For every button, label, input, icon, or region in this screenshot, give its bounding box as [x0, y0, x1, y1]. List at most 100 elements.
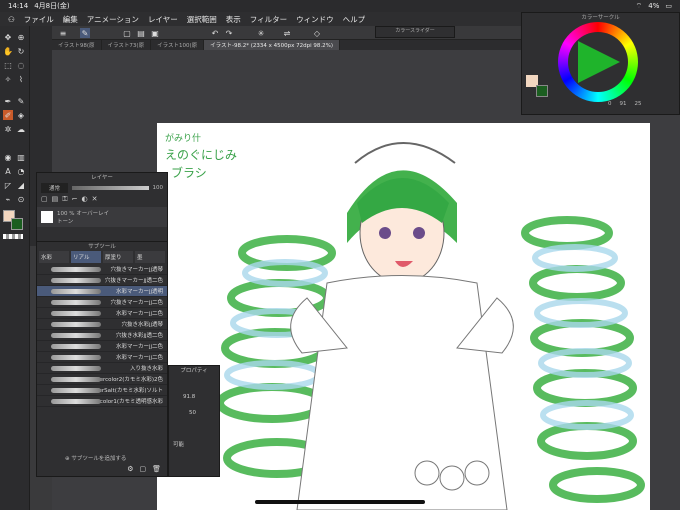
brush-item[interactable]: WaterSalt(カモミ水彩)ソルト [37, 385, 167, 396]
clip-icon[interactable]: ⌐ [72, 195, 78, 207]
brush-item[interactable]: Watercolor2(カモミ水彩)2色 [37, 374, 167, 385]
brush-label: 入り抜き水彩 [129, 366, 163, 372]
brush-item[interactable]: 水彩マーカーjj二色 [37, 308, 167, 319]
app-logo-icon[interactable]: ⚇ [8, 15, 15, 24]
transform-icon[interactable]: ◇ [312, 28, 322, 38]
pen-icon[interactable]: ✒ [3, 96, 13, 106]
canvas-note-2: えのぐにじみ [165, 148, 237, 162]
brush-item[interactable]: 水彩マーカーjj二色 [37, 352, 167, 363]
settings-icon[interactable]: ✳ [256, 28, 266, 38]
shape-icon[interactable]: ⊙ [16, 194, 26, 204]
layer-name[interactable]: 100 % オーバーレイ [57, 209, 109, 217]
undo-icon[interactable]: ↶ [210, 28, 220, 38]
status-date: 4月8日(金) [34, 2, 70, 10]
brush-item[interactable]: 水彩マーカーjj二色 [37, 341, 167, 352]
tab-doc-1[interactable]: イラスト98(原 [52, 40, 102, 50]
opacity-slider[interactable] [72, 186, 149, 190]
correct-icon[interactable]: ⌁ [3, 194, 13, 204]
menu-layer[interactable]: レイヤー [148, 14, 178, 25]
menu-file[interactable]: ファイル [24, 14, 54, 25]
brush-item[interactable]: 穴抜き水彩jj透二色 [37, 330, 167, 341]
brush-stroke-preview [51, 333, 101, 338]
saturation-triangle[interactable] [574, 39, 622, 85]
menu-selection[interactable]: 選択範囲 [187, 14, 217, 25]
mask-icon[interactable]: ◐ [81, 195, 87, 207]
gradient-icon[interactable]: ▥ [16, 152, 26, 162]
trash-icon[interactable]: 🗑 [152, 465, 161, 473]
balloon-icon[interactable]: ◔ [16, 166, 26, 176]
fill-icon[interactable]: ◉ [3, 152, 13, 162]
menu-animation[interactable]: アニメーション [87, 14, 139, 25]
subtool-tab-ink[interactable]: 墨 [135, 251, 165, 263]
eyedropper-icon[interactable]: ⌇ [16, 74, 26, 84]
sub-color-swatch[interactable] [11, 218, 23, 230]
airbrush-icon[interactable]: ✲ [3, 124, 13, 134]
text-icon[interactable]: A [3, 166, 13, 176]
color-panel-sub-swatch[interactable] [536, 85, 548, 97]
subtool-tab-watercolor[interactable]: 水彩 [39, 251, 69, 263]
menu-edit[interactable]: 編集 [63, 14, 78, 25]
document-tabs: イラスト98(原 イラスト73(原 イラスト100(原 イラスト-98.2* (… [52, 40, 522, 50]
drawing-canvas[interactable]: がみり什 えのぐにじみ ブラシ [157, 123, 650, 510]
brush-list: 穴抜きマーカーjj透琴 穴抜きマーカーjj透二色 水彩マーカーjj透明穴抜きマーカー… [37, 264, 167, 407]
brush-icon[interactable]: ✐ [3, 110, 13, 120]
menu-help[interactable]: ヘルプ [343, 14, 366, 25]
brush-item[interactable]: 穴抜きマーカーjj二色 [37, 297, 167, 308]
brush-item[interactable]: 穴抜き水彩jj透琴 [37, 319, 167, 330]
property-extra: 可能 [173, 442, 185, 448]
eraser-icon[interactable]: ◈ [16, 110, 26, 120]
menu-view[interactable]: 表示 [226, 14, 241, 25]
ruler-icon[interactable]: ◸ [3, 180, 13, 190]
menu-window[interactable]: ウィンドウ [296, 14, 334, 25]
zoom-icon[interactable]: ⊕ [16, 32, 26, 42]
figure-icon[interactable]: ◢ [16, 180, 26, 190]
blend-mode-select[interactable]: 通常 [41, 183, 69, 193]
app-window: 14:14 4月8日(金) ⌔ 4% ▭ ⚇ ファイル 編集 アニメーション レ… [0, 0, 680, 510]
tab-doc-3[interactable]: イラスト100(原 [151, 40, 205, 50]
brush-label: 穴抜きマーカーjj二色 [110, 300, 163, 306]
select-icon[interactable]: ⬚ [3, 60, 13, 70]
brush-stroke-preview [51, 322, 101, 327]
brush-item[interactable]: 入り抜き水彩 [37, 363, 167, 374]
lasso-icon[interactable]: ◌ [16, 60, 26, 70]
color-panel-title: カラーサークル [581, 15, 620, 21]
transparent-swatch[interactable] [3, 234, 23, 239]
open-icon[interactable]: ▤ [136, 28, 146, 38]
brush-stroke-preview [51, 267, 101, 272]
brush-density-value[interactable]: 50 [169, 410, 219, 416]
brush-item[interactable]: 穴抜きマーカーjj透琴 [37, 264, 167, 275]
lock-icon[interactable]: ⚿ [62, 195, 67, 207]
new-layer-icon[interactable]: ▢ [41, 195, 48, 207]
opacity-value[interactable]: 100 [153, 185, 164, 191]
hand-icon[interactable]: ✋ [3, 46, 13, 56]
new-icon[interactable]: ▢ [122, 28, 132, 38]
edit-icon[interactable]: ✎ [80, 28, 90, 38]
brush-stroke-preview [51, 300, 101, 305]
wifi-icon: ⌔ [635, 1, 643, 10]
menu-filter[interactable]: フィルター [250, 14, 287, 25]
move-icon[interactable]: ✥ [3, 32, 13, 42]
rotate-icon[interactable]: ↻ [16, 46, 26, 56]
menu-hamburger-icon[interactable]: ≡ [58, 28, 68, 38]
flip-icon[interactable]: ⇌ [282, 28, 292, 38]
brush-item[interactable]: 水彩マーカーjj透明 [37, 286, 167, 297]
wand-icon[interactable]: ✧ [3, 74, 13, 84]
tab-doc-2[interactable]: イラスト73(原 [102, 40, 152, 50]
folder-icon[interactable]: ▤ [52, 195, 59, 207]
subtool-tab-thick[interactable]: 厚塗り [103, 251, 133, 263]
brush-item[interactable]: Watercolor1(カモミ透明感水彩 [37, 396, 167, 407]
pencil-icon[interactable]: ✎ [16, 96, 26, 106]
add-subtool-button[interactable]: ⊕ サブツールを追加する [65, 454, 126, 462]
delete-layer-icon[interactable]: ✕ [92, 195, 98, 207]
color-slider-panel[interactable]: カラースライダー [375, 26, 455, 38]
brush-size-value[interactable]: 91.8 [169, 394, 219, 400]
home-indicator [255, 500, 425, 504]
save-icon[interactable]: ▣ [150, 28, 160, 38]
copy-subtool-icon[interactable]: ▢ [139, 465, 146, 473]
brush-item[interactable]: 穴抜きマーカーjj透二色 [37, 275, 167, 286]
subtool-tab-real[interactable]: リアル [71, 251, 101, 263]
blend-icon[interactable]: ☁ [16, 124, 26, 134]
tab-doc-active[interactable]: イラスト-98.2* (2334 x 4500px 72dpi 98.2%) [204, 40, 341, 50]
redo-icon[interactable]: ↷ [224, 28, 234, 38]
subtool-settings-icon[interactable]: ⚙ [127, 465, 133, 473]
